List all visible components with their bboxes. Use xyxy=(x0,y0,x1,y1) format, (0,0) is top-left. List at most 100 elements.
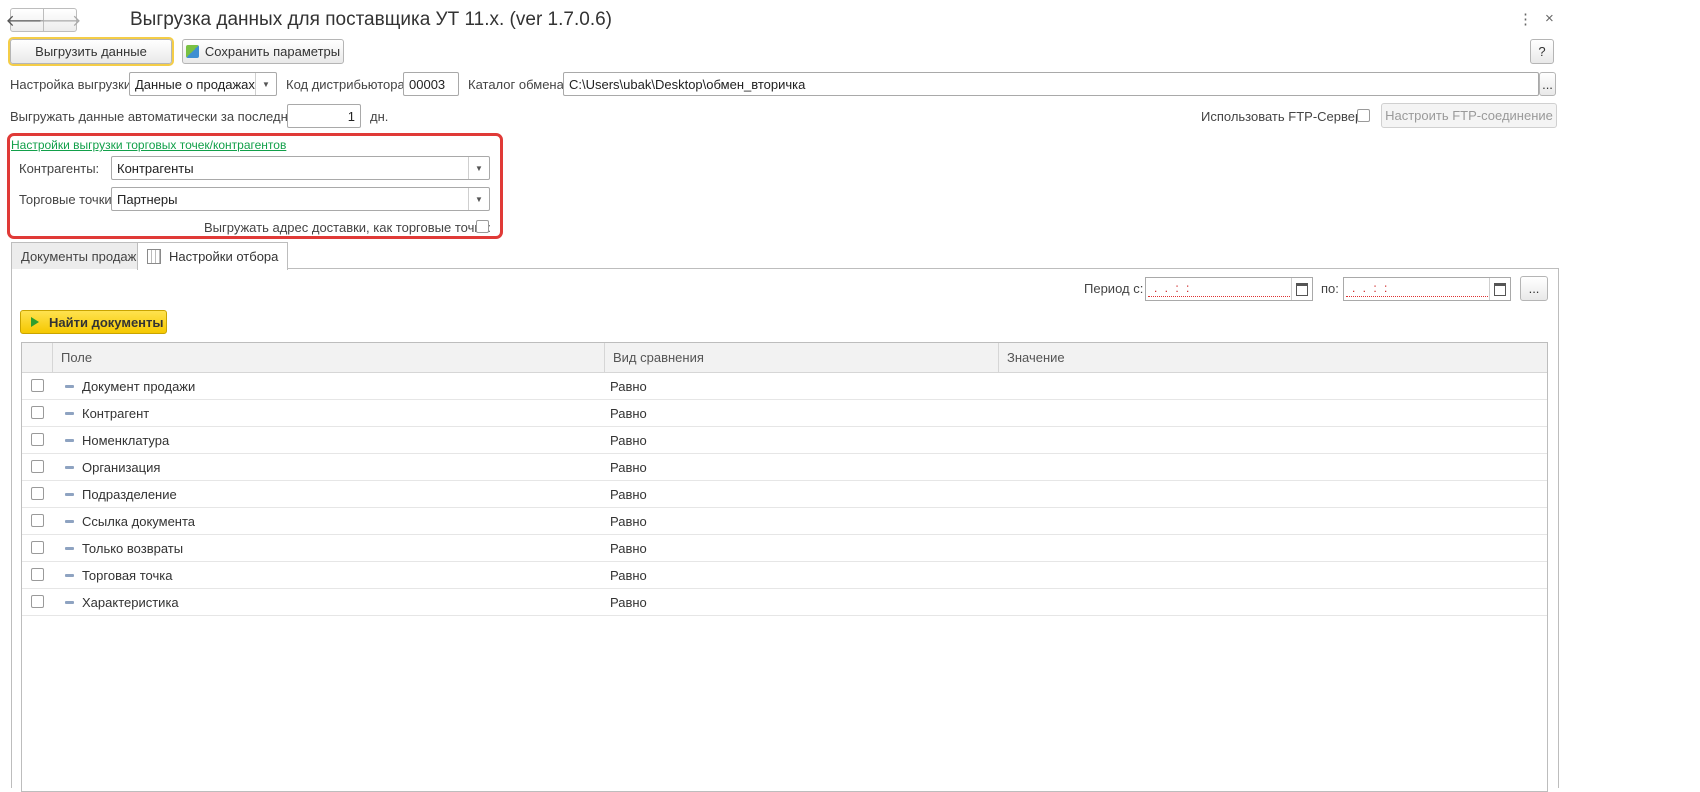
field-cell: Ссылка документа xyxy=(82,513,196,529)
delivery-address-checkbox[interactable] xyxy=(476,220,489,233)
save-settings-icon xyxy=(185,45,199,58)
find-documents-button[interactable]: Найти документы xyxy=(20,310,167,334)
comparison-cell[interactable]: Равно xyxy=(610,562,647,588)
comparison-cell[interactable]: Равно xyxy=(610,373,647,399)
auto-export-days-input[interactable]: 1 xyxy=(287,104,361,128)
period-select-button[interactable]: ... xyxy=(1520,276,1548,301)
comparison-cell[interactable]: Равно xyxy=(610,427,647,453)
row-checkbox[interactable] xyxy=(31,568,44,581)
comparison-cell[interactable]: Равно xyxy=(610,481,647,507)
field-icon xyxy=(65,520,74,523)
exchange-catalog-label: Каталог обмена: xyxy=(468,77,568,92)
use-ftp-label: Использовать FTP-Сервер: xyxy=(1201,109,1366,124)
tab-sales-documents[interactable]: Документы продаж xyxy=(11,242,147,269)
column-header-value[interactable]: Значение xyxy=(998,343,1547,372)
period-from-input[interactable]: . . : : xyxy=(1145,277,1313,301)
close-icon[interactable]: × xyxy=(1545,10,1554,27)
auto-export-label: Выгружать данные автоматически за послед… xyxy=(10,109,306,124)
period-from-label: Период с: xyxy=(1084,281,1144,296)
more-icon[interactable]: ⋮ xyxy=(1518,10,1533,28)
field-icon xyxy=(65,547,74,550)
field-cell: Контрагент xyxy=(82,405,150,421)
column-header-field[interactable]: Поле xyxy=(52,343,604,372)
table-row[interactable]: Организация Равно xyxy=(22,454,1547,481)
field-cell: Торговая точка xyxy=(82,567,173,583)
field-icon xyxy=(65,439,74,442)
row-checkbox[interactable] xyxy=(31,433,44,446)
table-row[interactable]: Подразделение Равно xyxy=(22,481,1547,508)
tab-label: Документы продаж xyxy=(21,248,137,264)
table-row[interactable]: Контрагент Равно xyxy=(22,400,1547,427)
field-cell: Только возвраты xyxy=(82,540,184,556)
outlets-label: Торговые точки: xyxy=(19,192,116,207)
points-settings-link[interactable]: Настройки выгрузки торговых точек/контра… xyxy=(11,138,286,152)
find-documents-label: Найти документы xyxy=(49,314,164,330)
forward-button[interactable]: 🡒 xyxy=(39,8,81,32)
field-icon xyxy=(65,385,74,388)
table-row[interactable]: Характеристика Равно xyxy=(22,589,1547,616)
field-icon xyxy=(65,601,74,604)
comparison-cell[interactable]: Равно xyxy=(610,400,647,426)
field-cell: Подразделение xyxy=(82,486,177,502)
row-checkbox[interactable] xyxy=(31,595,44,608)
table-row[interactable]: Торговая точка Равно xyxy=(22,562,1547,589)
delivery-address-label: Выгружать адрес доставки, как торговые т… xyxy=(204,220,491,235)
distributor-code-input[interactable]: 00003 xyxy=(403,72,459,96)
field-icon xyxy=(65,466,74,469)
calendar-icon[interactable] xyxy=(1291,278,1312,300)
period-to-label: по: xyxy=(1321,281,1339,296)
upload-data-button[interactable]: Выгрузить данные xyxy=(10,39,172,64)
row-checkbox[interactable] xyxy=(31,541,44,554)
days-unit-label: дн. xyxy=(370,109,389,124)
period-to-input[interactable]: . . : : xyxy=(1343,277,1511,301)
field-cell: Организация xyxy=(82,459,161,475)
comparison-cell[interactable]: Равно xyxy=(610,589,647,615)
save-parameters-button[interactable]: Сохранить параметры xyxy=(182,39,344,64)
use-ftp-checkbox[interactable] xyxy=(1357,109,1370,122)
table-row[interactable]: Только возвраты Равно xyxy=(22,535,1547,562)
dropdown-arrow-icon[interactable]: ▼ xyxy=(468,188,489,210)
dropdown-arrow-icon[interactable]: ▼ xyxy=(255,73,276,95)
save-parameters-label: Сохранить параметры xyxy=(204,44,341,59)
field-icon xyxy=(65,574,74,577)
distributor-code-label: Код дистрибьютора: xyxy=(286,77,409,92)
period-to-mask: . . : : xyxy=(1352,281,1390,295)
row-checkbox[interactable] xyxy=(31,379,44,392)
export-setting-label: Настройка выгрузки: xyxy=(10,77,135,92)
field-cell: Номенклатура xyxy=(82,432,170,448)
arrow-right-icon: 🡒 xyxy=(38,12,82,30)
tab-filter-settings[interactable]: Настройки отбора xyxy=(137,242,289,270)
outlets-select[interactable]: Партнеры ▼ xyxy=(111,187,490,211)
filter-grid: Поле Вид сравнения Значение Документ про… xyxy=(21,342,1548,792)
period-from-mask: . . : : xyxy=(1154,281,1192,295)
counterparties-select[interactable]: Контрагенты ▼ xyxy=(111,156,490,180)
browse-catalog-button[interactable]: ... xyxy=(1539,72,1556,96)
row-checkbox[interactable] xyxy=(31,460,44,473)
row-checkbox[interactable] xyxy=(31,406,44,419)
field-icon xyxy=(65,412,74,415)
field-cell: Документ продажи xyxy=(82,378,196,394)
export-setting-value: Данные о продажах xyxy=(135,76,255,92)
table-row[interactable]: Ссылка документа Равно xyxy=(22,508,1547,535)
comparison-cell[interactable]: Равно xyxy=(610,535,647,561)
play-icon xyxy=(31,317,39,327)
grid-header: Поле Вид сравнения Значение xyxy=(22,343,1547,373)
comparison-cell[interactable]: Равно xyxy=(610,454,647,480)
calendar-icon[interactable] xyxy=(1489,278,1510,300)
table-row[interactable]: Номенклатура Равно xyxy=(22,427,1547,454)
row-checkbox[interactable] xyxy=(31,487,44,500)
comparison-cell[interactable]: Равно xyxy=(610,508,647,534)
ftp-setup-button[interactable]: Настроить FTP-соединение xyxy=(1381,103,1557,128)
exchange-catalog-input[interactable]: C:\Users\ubak\Desktop\обмен_вторичка xyxy=(563,72,1539,96)
row-checkbox[interactable] xyxy=(31,514,44,527)
window-title: Выгрузка данных для поставщика УТ 11.x. … xyxy=(130,9,612,30)
field-cell: Характеристика xyxy=(82,594,179,610)
export-setting-select[interactable]: Данные о продажах ▼ xyxy=(129,72,277,96)
help-button[interactable]: ? xyxy=(1530,39,1554,64)
tab-label: Настройки отбора xyxy=(169,249,279,264)
table-row[interactable]: Документ продажи Равно xyxy=(22,373,1547,400)
dropdown-arrow-icon[interactable]: ▼ xyxy=(468,157,489,179)
column-header-comparison[interactable]: Вид сравнения xyxy=(604,343,998,372)
counterparties-value: Контрагенты xyxy=(117,160,194,176)
field-icon xyxy=(65,493,74,496)
